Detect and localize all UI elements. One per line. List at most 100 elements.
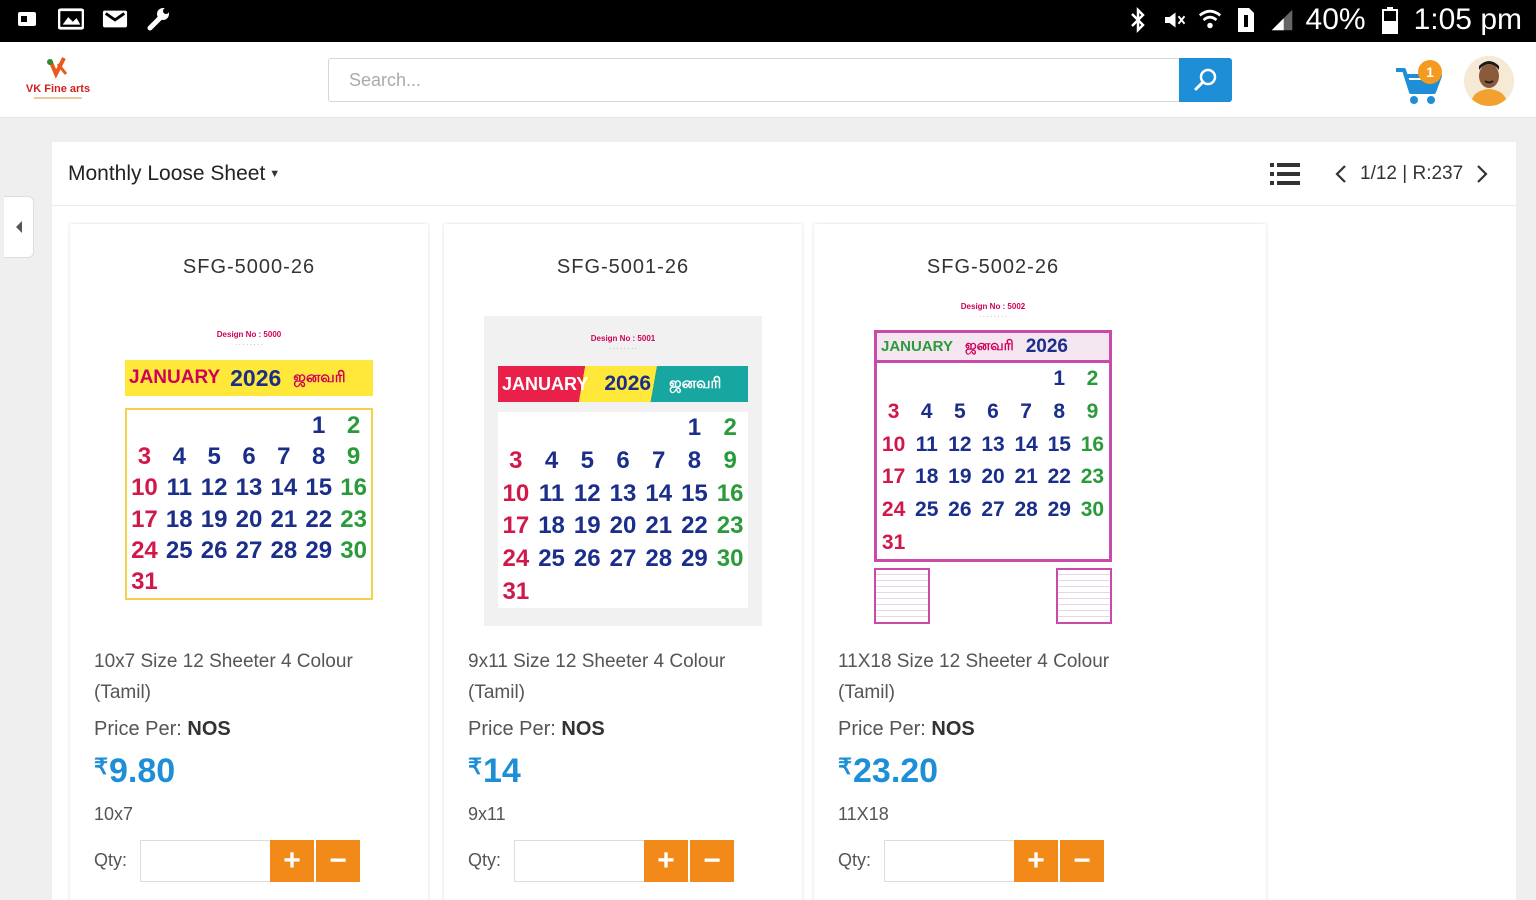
product-card[interactable]: SFG-5000-26 Design No : 5000 · · · · · ·… <box>70 224 428 900</box>
caret-left-icon <box>15 221 22 233</box>
calendar-day: 14 <box>270 474 298 502</box>
calendar-day: 20 <box>235 505 263 533</box>
calendar-day: 19 <box>573 512 601 540</box>
logo-text: VK Fine arts <box>26 83 90 95</box>
product-image[interactable]: Design No : 5000 · · · · · · · · JANUARY… <box>70 316 428 636</box>
product-name: 9x11 Size 12 Sheeter 4 Colour (Tamil) <box>468 651 726 703</box>
category-dropdown[interactable]: Monthly Loose Sheet ▼ <box>68 162 280 186</box>
qty-plus-button[interactable]: + <box>644 840 688 882</box>
product-image[interactable]: Design No : 5002 · · · · · · · · JANUARY… <box>814 298 1172 634</box>
calendar-day: 26 <box>200 536 228 564</box>
prev-page-button[interactable] <box>1330 160 1352 188</box>
calendar-day <box>569 412 605 445</box>
calendar-day: 7 <box>652 446 666 474</box>
calendar-day: 10 <box>131 474 158 502</box>
qty-label: Qty: <box>468 850 502 870</box>
calendar-day <box>162 410 197 441</box>
sidebar-toggle[interactable] <box>4 196 34 258</box>
list-view-button[interactable] <box>1270 162 1300 186</box>
brand-logo[interactable]: VK Fine arts <box>20 54 96 104</box>
calendar-day: 11 <box>915 432 938 456</box>
calendar-header-band: JANUARY ஜனவரி 2026 <box>874 330 1112 360</box>
calendar-day: 15 <box>305 474 333 502</box>
qty-minus-button[interactable]: − <box>1060 840 1104 882</box>
calendar-day <box>1076 526 1109 559</box>
calendar-day: 8 <box>312 442 326 470</box>
calendar-day <box>232 410 267 441</box>
calendar-day: 9 <box>723 446 737 474</box>
calendar-day: 10 <box>881 432 906 456</box>
calendar-day: 26 <box>948 497 972 521</box>
calendar-day: 28 <box>270 536 298 564</box>
calendar-day: 11 <box>166 474 192 502</box>
chevron-left-icon <box>1335 165 1346 183</box>
calendar-day <box>943 363 976 396</box>
product-size: 11X18 <box>838 804 889 824</box>
user-avatar[interactable] <box>1464 56 1514 106</box>
calendar-header-band: JANUARY 2026 ஜனவரி <box>498 366 748 402</box>
gallery-icon <box>58 6 84 32</box>
product-code: SFG-5000-26 <box>182 256 316 278</box>
calendar-days-grid: 1 2 3 4 5 6 7 8 9 10 11 12 13 14 15 16 17 18 19 20 21 22 23 24 2… <box>874 360 1112 562</box>
search-input[interactable] <box>329 59 1179 101</box>
calendar-day: 31 <box>502 577 530 605</box>
calendar-day: 23 <box>1080 465 1105 489</box>
wifi-icon <box>1198 5 1222 35</box>
app-header: VK Fine arts 1 <box>0 42 1536 118</box>
calendar-day: 23 <box>340 505 367 533</box>
calendar-day: 3 <box>137 442 152 470</box>
calendar-day: 20 <box>609 512 637 540</box>
calendar-day <box>910 363 943 396</box>
calendar-day: 8 <box>687 446 702 474</box>
list-view-icon <box>1270 163 1300 185</box>
calendar-day: 17 <box>131 505 158 533</box>
calendar-day: 18 <box>915 465 939 489</box>
calendar-day <box>877 363 910 396</box>
calendar-day: 13 <box>981 432 1005 456</box>
product-card[interactable]: SFG-5001-26 Design No : 5001 · · · · · ·… <box>444 224 802 900</box>
product-card[interactable]: SFG-5002-26 Design No : 5002 · · · · · ·… <box>814 224 1266 900</box>
calendar-day: 3 <box>509 446 523 474</box>
calendar-day: 27 <box>981 497 1005 521</box>
calendar-day <box>534 575 570 608</box>
calendar-day: 6 <box>987 399 999 423</box>
clock: 1:05 pm <box>1413 3 1522 36</box>
calendar-day: 5 <box>580 446 594 474</box>
qty-input[interactable] <box>514 840 646 882</box>
search-button[interactable] <box>1179 58 1232 102</box>
qty-minus-button[interactable]: − <box>690 840 734 882</box>
qty-label: Qty: <box>94 850 128 870</box>
mini-calendar-prev <box>874 568 930 624</box>
qty-plus-button[interactable]: + <box>1014 840 1058 882</box>
calendar-day: 2 <box>723 414 737 442</box>
calendar-day: 16 <box>1080 432 1105 456</box>
calendar-day: 13 <box>235 474 263 502</box>
qty-input[interactable] <box>884 840 1016 882</box>
price-per: Price Per: NOS <box>94 718 231 740</box>
calendar-day: 25 <box>165 536 193 564</box>
qty-input[interactable] <box>140 840 272 882</box>
calendar-thumbnail: Design No : 5001 · · · · · · · · JANUARY… <box>484 316 762 626</box>
qty-minus-button[interactable]: − <box>316 840 360 882</box>
cart-count-badge: 1 <box>1418 60 1442 84</box>
calendar-day: 28 <box>645 544 673 572</box>
next-page-button[interactable] <box>1471 160 1493 188</box>
calendar-day: 6 <box>616 446 630 474</box>
calendar-day: 22 <box>681 512 708 540</box>
qty-label: Qty: <box>838 850 872 870</box>
calendar-day: 30 <box>340 536 367 564</box>
calendar-day: 10 <box>502 479 530 507</box>
calendar-day: 20 <box>981 465 1005 489</box>
wrench-icon <box>146 6 172 32</box>
calendar-day: 21 <box>1014 465 1038 489</box>
calendar-day: 29 <box>305 536 333 564</box>
design-number: Design No : 5000 <box>216 330 282 339</box>
calendar-day <box>266 567 301 598</box>
calendar-day: 24 <box>881 497 906 521</box>
product-panel: Monthly Loose Sheet ▼ 1/12 | R:237 SFG-5… <box>52 142 1516 900</box>
category-title: Monthly Loose Sheet <box>68 162 266 185</box>
qty-plus-button[interactable]: + <box>270 840 314 882</box>
product-image[interactable]: Design No : 5001 · · · · · · · · JANUARY… <box>444 316 802 636</box>
cart-button[interactable]: 1 <box>1394 58 1446 108</box>
calendar-day: 14 <box>645 479 673 507</box>
